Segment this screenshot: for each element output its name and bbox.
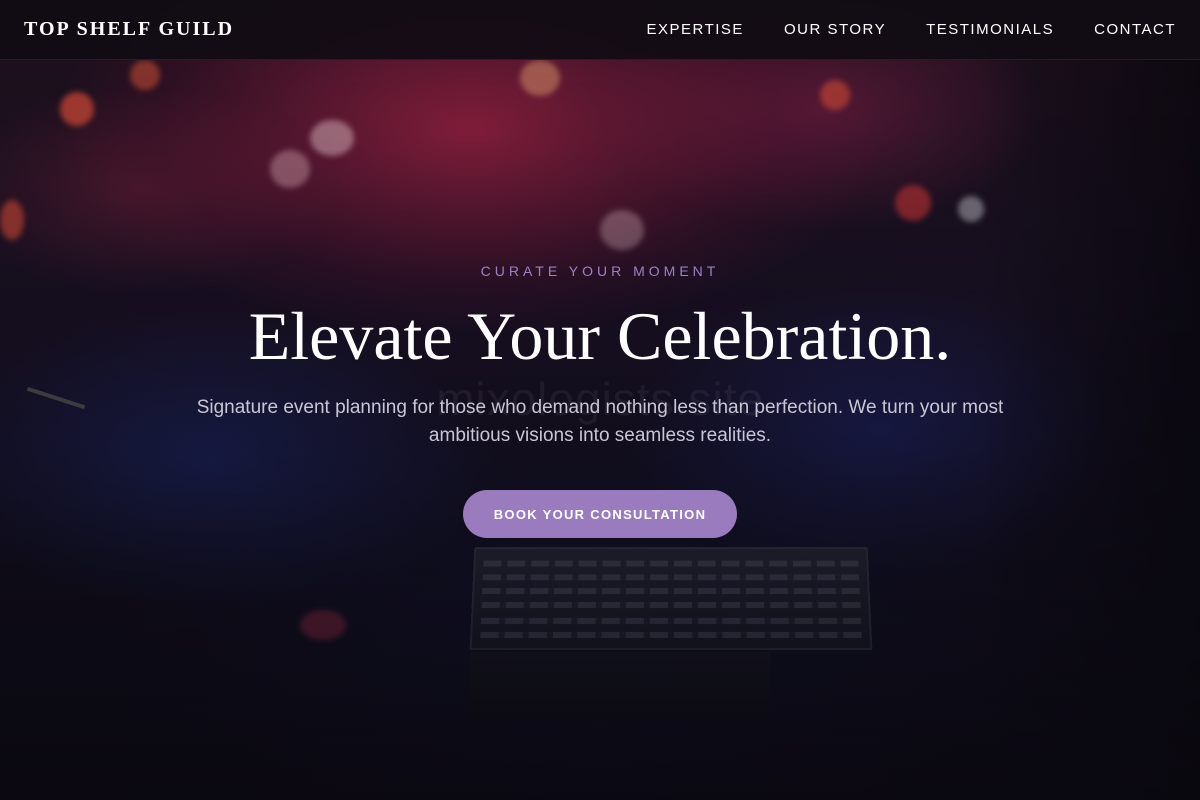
top-navigation-bar: TOP SHELF GUILD EXPERTISE OUR STORY TEST…	[0, 0, 1200, 60]
brand-logo[interactable]: TOP SHELF GUILD	[24, 18, 234, 41]
book-consultation-button[interactable]: BOOK YOUR CONSULTATION	[463, 490, 737, 538]
hero-section: CURATE YOUR MOMENT Elevate Your Celebrat…	[0, 0, 1200, 800]
nav-link-contact[interactable]: CONTACT	[1094, 21, 1176, 38]
main-nav: EXPERTISE OUR STORY TESTIMONIALS CONTACT	[647, 21, 1176, 38]
landing-page: TOP SHELF GUILD EXPERTISE OUR STORY TEST…	[0, 0, 1200, 800]
nav-link-testimonials[interactable]: TESTIMONIALS	[926, 21, 1054, 38]
hero-headline: Elevate Your Celebration.	[0, 296, 1200, 376]
nav-link-expertise[interactable]: EXPERTISE	[647, 21, 744, 38]
nav-link-our-story[interactable]: OUR STORY	[784, 21, 886, 38]
hero-subtitle: Signature event planning for those who d…	[170, 394, 1030, 450]
hero-eyebrow: CURATE YOUR MOMENT	[0, 263, 1200, 279]
